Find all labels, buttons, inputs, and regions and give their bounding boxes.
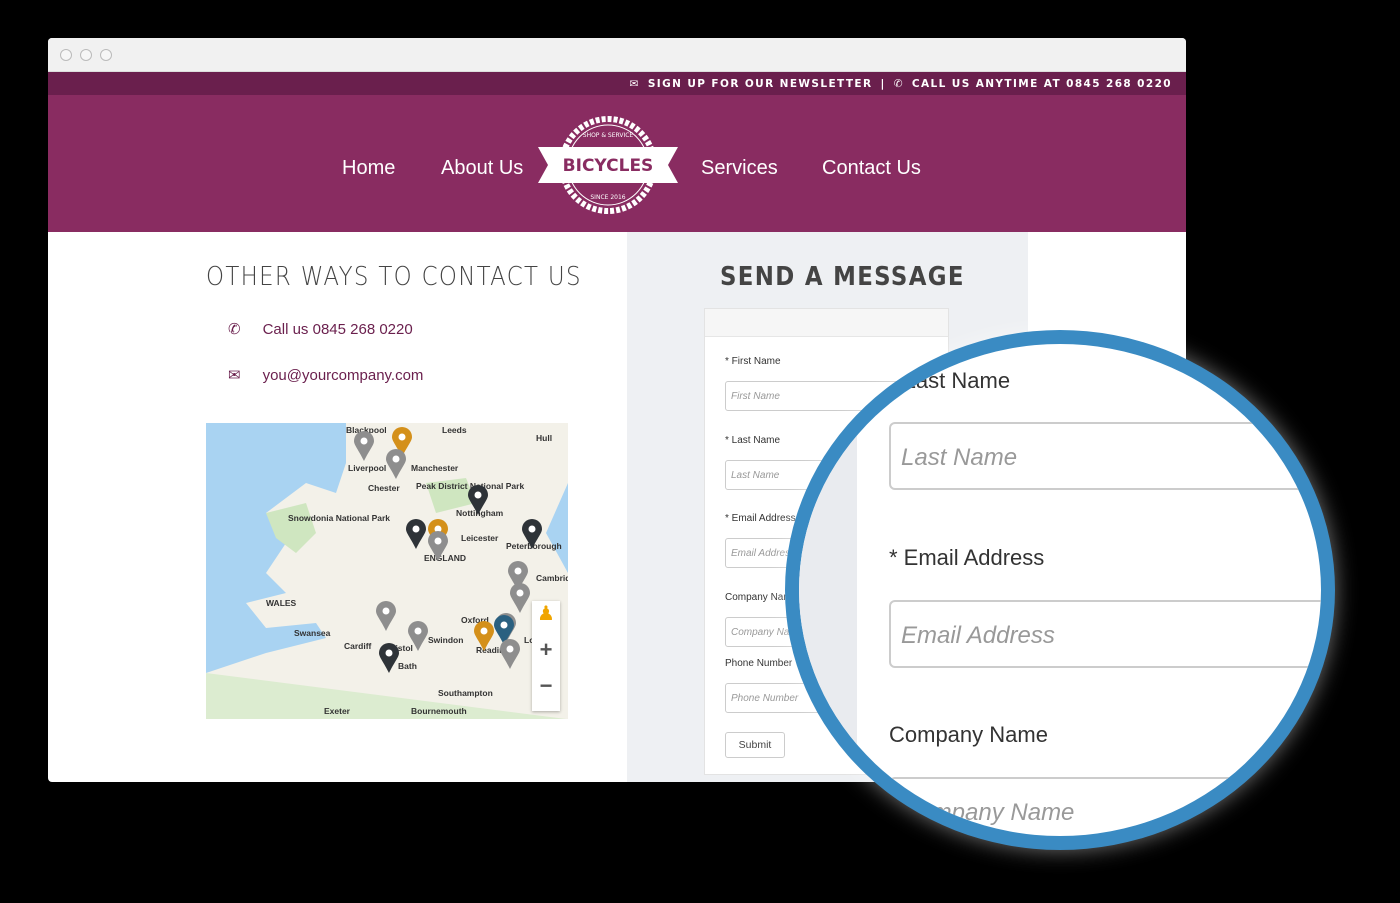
location-map[interactable]: Blackpool Leeds Hull Liverpool Manchester Che…: [206, 423, 568, 719]
svg-text:SINCE 2016: SINCE 2016: [590, 194, 625, 201]
separator: |: [880, 77, 886, 90]
map-marker-pin[interactable]: [406, 519, 426, 554]
map-place-label: Swansea: [294, 628, 331, 638]
magnified-company-label: Company Name: [889, 722, 1048, 747]
svg-text:SHOP & SERVICE: SHOP & SERVICE: [583, 132, 634, 139]
contact-title: OTHER WAYS TO CONTACT US: [206, 262, 582, 292]
map-place-label: Manchester: [411, 463, 459, 473]
map-place-label: Snowdonia National Park: [288, 513, 391, 523]
map-marker-pin[interactable]: [386, 449, 406, 484]
top-bar: ✉ SIGN UP FOR OUR NEWSLETTER | ✆ CALL US…: [48, 72, 1186, 95]
map-marker-pin[interactable]: [500, 639, 520, 674]
phone-label: Phone Number: [725, 658, 793, 669]
minimize-window-button[interactable]: [80, 49, 92, 61]
magnified-last-name-input[interactable]: Last Name: [889, 422, 1321, 490]
call-text: CALL US ANYTIME AT 0845 268 0220: [911, 77, 1172, 90]
submit-button[interactable]: Submit: [725, 732, 785, 758]
map-place-label: Southampton: [438, 688, 493, 698]
map-controls: ♟ + −: [532, 601, 560, 711]
last-name-label: * Last Name: [725, 435, 781, 446]
close-window-button[interactable]: [60, 49, 72, 61]
nav-contact[interactable]: Contact Us: [822, 157, 921, 180]
map-marker-pin[interactable]: [376, 601, 396, 636]
email-link[interactable]: you@yourcompany.com: [263, 367, 424, 384]
map-place-label: Cambridge: [536, 573, 568, 583]
street-view-pegman-icon[interactable]: ♟: [532, 601, 560, 637]
email-label: * Email Address: [725, 513, 796, 524]
first-name-label: * First Name: [725, 356, 781, 367]
bicycles-logo[interactable]: BICYCLES SHOP & SERVICE SINCE 2016: [538, 113, 678, 217]
newsletter-link[interactable]: SIGN UP FOR OUR NEWSLETTER: [648, 78, 873, 90]
maximize-window-button[interactable]: [100, 49, 112, 61]
phone-icon: ✆: [228, 321, 241, 338]
map-place-label: Leeds: [442, 425, 467, 435]
map-marker-pin[interactable]: [468, 485, 488, 520]
svg-text:BICYCLES: BICYCLES: [563, 156, 654, 176]
email-row: ✉ you@yourcompany.com: [228, 366, 424, 385]
map-marker-pin[interactable]: [354, 431, 374, 466]
phone-icon: ✆: [893, 77, 904, 90]
map-marker-pin[interactable]: [408, 621, 428, 656]
zoom-out-button[interactable]: −: [532, 673, 560, 709]
title-bar: [48, 38, 1186, 72]
map-place-label: Leicester: [461, 533, 499, 543]
map-place-label: Bournemouth: [411, 706, 467, 716]
nav-services[interactable]: Services: [701, 157, 778, 180]
magnifier-callout: * Last Name Last Name * Email Address Em…: [785, 330, 1335, 850]
nav-about[interactable]: About Us: [441, 157, 523, 180]
map-marker-pin[interactable]: [522, 519, 542, 554]
map-place-label: Cardiff: [344, 641, 372, 651]
phone-link[interactable]: Call us 0845 268 0220: [263, 321, 413, 338]
map-place-label: WALES: [266, 598, 297, 608]
magnified-email-label: * Email Address: [889, 545, 1045, 570]
map-place-label: Swindon: [428, 635, 464, 645]
magnified-company-input[interactable]: Company Name: [889, 777, 1321, 836]
map-place-label: Hull: [536, 433, 553, 443]
magnified-last-name-label: * Last Name: [889, 368, 1011, 393]
map-place-label: Bath: [398, 661, 417, 671]
form-title: SEND A MESSAGE: [720, 262, 965, 292]
envelope-icon: ✉: [228, 367, 241, 384]
nav-home[interactable]: Home: [342, 157, 395, 180]
envelope-icon: ✉: [629, 77, 640, 90]
map-place-label: Chester: [368, 483, 400, 493]
map-place-label: Exeter: [324, 706, 350, 716]
zoom-in-button[interactable]: +: [532, 637, 560, 673]
site-header: Home About Us BICYCLES SHOP & SERVICE SI…: [48, 95, 1186, 232]
phone-row: ✆ Call us 0845 268 0220: [228, 320, 413, 339]
map-marker-pin[interactable]: [379, 643, 399, 678]
map-marker-pin[interactable]: [474, 621, 494, 656]
map-marker-pin[interactable]: [428, 531, 448, 566]
magnified-email-input[interactable]: Email Address: [889, 600, 1321, 668]
